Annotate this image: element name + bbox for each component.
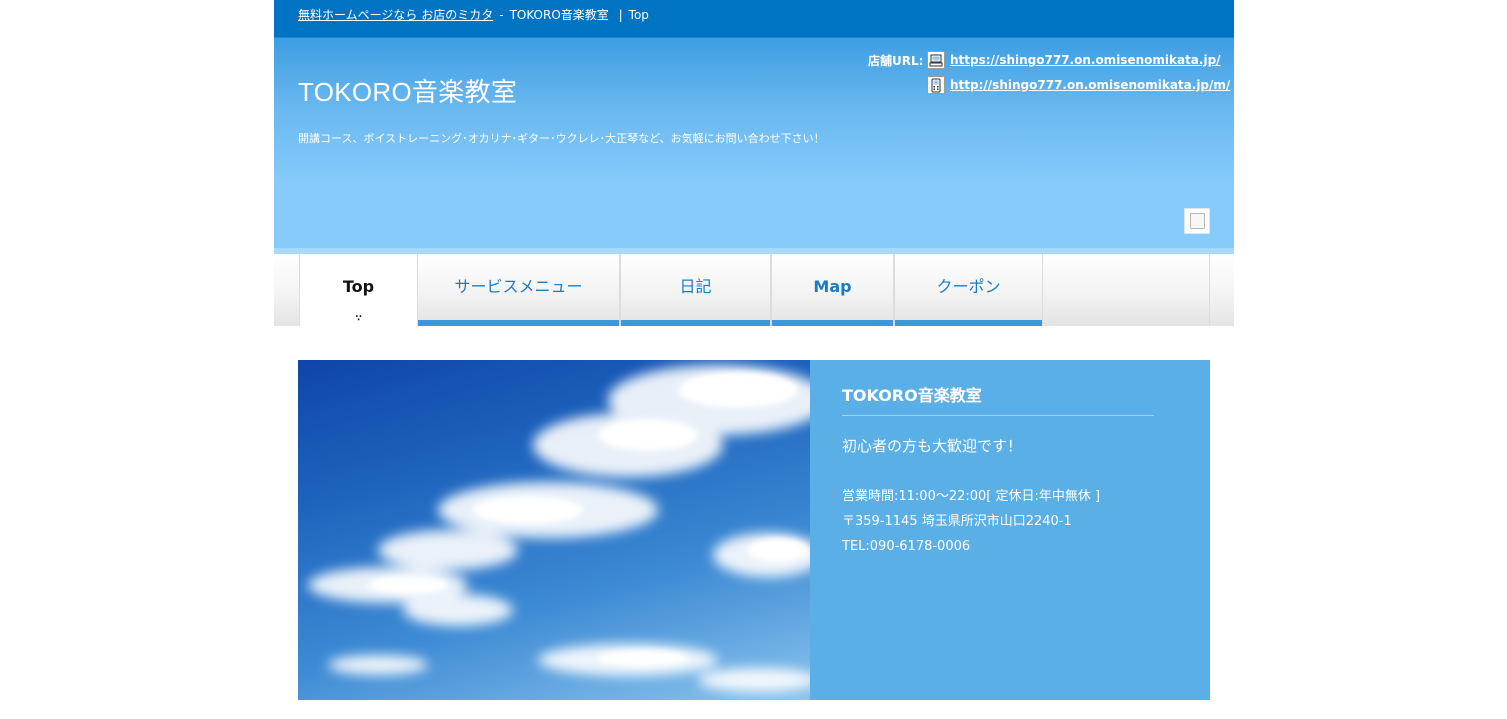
breadcrumb-shop: TOKORO音楽教室 xyxy=(509,8,609,22)
shop-address: 〒359-1145 埼玉県所沢市山口2240-1 xyxy=(842,514,1072,529)
panel-divider xyxy=(842,415,1154,416)
breadcrumb-current-page: Top xyxy=(628,8,649,22)
nav-tab-diary-label: 日記 xyxy=(679,277,712,296)
shop-name: TOKORO音楽教室 xyxy=(842,386,982,405)
site-header: TOKORO音楽教室 開講コース、ボイストレーニング･オカリナ･ギター･ウクレレ… xyxy=(274,38,1234,248)
shop-info-panel: TOKORO音楽教室 初心者の方も大歓迎です！ 営業時間:11:00～22:00… xyxy=(810,360,1210,700)
computer-icon xyxy=(927,51,945,69)
shop-lead-text: 初心者の方も大歓迎です！ xyxy=(842,437,1023,455)
breadcrumb: 無料ホームページなら お店のミカタ - TOKORO音楽教室 | Top xyxy=(298,0,649,30)
active-marker: ∵ xyxy=(355,314,362,324)
pc-url-link[interactable]: https://shingo777.on.omisenomikata.jp/ xyxy=(950,53,1221,67)
page-wrapper: 無料ホームページなら お店のミカタ - TOKORO音楽教室 | Top TOKORO… xyxy=(274,0,1234,719)
pc-url-row: https://shingo777.on.omisenomikata.jp/ xyxy=(927,50,1221,70)
nav-tab-top[interactable]: Top ∵ xyxy=(299,254,418,326)
mobile-phone-icon xyxy=(927,76,945,94)
shop-details: 営業時間:11:00～22:00[ 定休日:年中無休 ] 〒359-1145 埼… xyxy=(842,484,1100,559)
main-navigation: Top ∵ サービスメニュー 日記 Map クーポン xyxy=(274,254,1234,326)
nav-tab-service-menu-label: サービスメニュー xyxy=(454,277,583,296)
broken-image-icon xyxy=(1184,208,1210,234)
site-tagline: 開講コース、ボイストレーニング･オカリナ･ギター･ウクレレ･大正琴など、お気軽に… xyxy=(298,132,825,145)
nav-tab-service-menu[interactable]: サービスメニュー xyxy=(417,254,620,326)
nav-tab-bar xyxy=(895,320,1042,326)
breadcrumb-separator: - xyxy=(499,8,504,22)
shop-phone: TEL:090-6178-0006 xyxy=(842,539,971,554)
mobile-url-row: http://shingo777.on.omisenomikata.jp/m/ xyxy=(927,75,1230,95)
breadcrumb-divider: | xyxy=(618,8,623,22)
nav-tab-map[interactable]: Map xyxy=(771,254,894,326)
mobile-url-link[interactable]: http://shingo777.on.omisenomikata.jp/m/ xyxy=(950,78,1230,92)
site-title[interactable]: TOKORO音楽教室 xyxy=(298,72,517,109)
nav-tab-top-label: Top xyxy=(342,277,375,296)
nav-tab-map-label: Map xyxy=(813,277,852,296)
nav-tab-coupon-label: クーポン xyxy=(936,277,1001,296)
breadcrumb-bar: 無料ホームページなら お店のミカタ - TOKORO音楽教室 | Top xyxy=(274,0,1234,38)
breadcrumb-home-link[interactable]: 無料ホームページなら お店のミカタ xyxy=(298,8,493,22)
nav-tab-bar xyxy=(418,320,619,326)
nav-tab-coupon[interactable]: クーポン xyxy=(894,254,1043,326)
shop-url-label: 店舗URL: xyxy=(868,54,924,68)
nav-tab-bar xyxy=(621,320,770,326)
hero-section: TOKORO音楽教室 初心者の方も大歓迎です！ 営業時間:11:00～22:00… xyxy=(298,360,1210,700)
nav-tab-diary[interactable]: 日記 xyxy=(620,254,771,326)
nav-tab-empty xyxy=(1042,254,1210,326)
business-hours: 営業時間:11:00～22:00[ 定休日:年中無休 ] xyxy=(842,489,1101,504)
sky-image xyxy=(298,360,810,700)
nav-tab-bar xyxy=(772,320,893,326)
